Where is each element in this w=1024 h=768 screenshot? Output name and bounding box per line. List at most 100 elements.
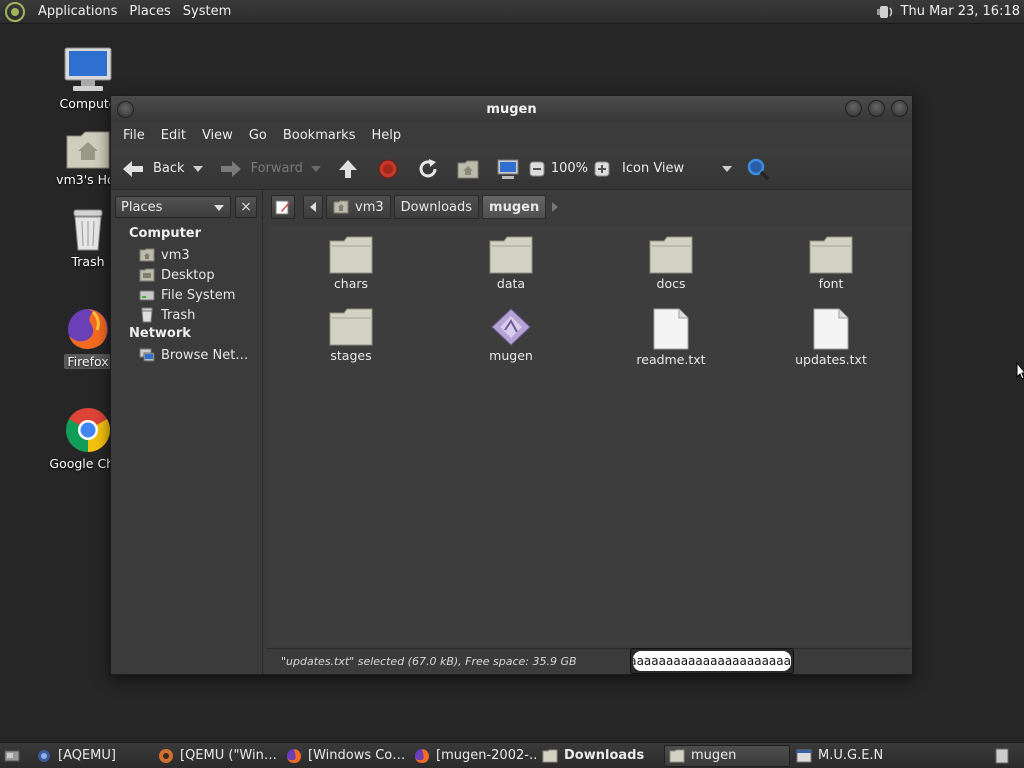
clock[interactable]: Thu Mar 23, 16:18 [901, 4, 1024, 19]
up-button[interactable] [337, 158, 359, 180]
file-item-folder[interactable]: font [776, 236, 886, 291]
maximize-button[interactable] [868, 100, 885, 117]
crumb-label: mugen [489, 199, 540, 215]
desktop-folder-icon [139, 268, 155, 282]
task-label: [mugen-2002-… [436, 748, 536, 763]
sidebar-item-trash[interactable]: Trash [139, 307, 195, 323]
crumb-label: vm3 [355, 199, 384, 215]
volume-icon[interactable] [873, 1, 895, 23]
crumb-vm3[interactable]: vm3 [326, 195, 391, 219]
forward-history-dropdown[interactable] [310, 165, 321, 172]
window-titlebar[interactable]: mugen [111, 96, 912, 122]
places-menu[interactable]: Places [123, 4, 176, 19]
tree-header-network[interactable]: Network [129, 326, 191, 341]
file-item-folder[interactable]: docs [616, 236, 726, 291]
forward-button[interactable]: Forward [219, 158, 321, 180]
location-bar: vm3 Downloads mugen [267, 190, 911, 224]
folder-icon [649, 236, 693, 274]
file-label: stages [330, 348, 372, 363]
computer-icon [64, 47, 112, 91]
file-view[interactable]: chars data docs font stages mugen readme… [267, 226, 911, 646]
show-desktop-button[interactable] [0, 745, 30, 767]
reload-icon [419, 158, 437, 177]
folder-icon [489, 236, 533, 274]
status-bar: "updates.txt" selected (67.0 kB), Free s… [267, 648, 911, 674]
menu-help[interactable]: Help [363, 128, 409, 143]
zoom-out-button[interactable] [529, 161, 545, 177]
edit-location-button[interactable] [271, 195, 295, 219]
tree-header-computer[interactable]: Computer [129, 226, 201, 241]
sidebar-item-desktop[interactable]: Desktop [139, 267, 215, 283]
file-item-text[interactable]: updates.txt [776, 308, 886, 367]
file-item-executable[interactable]: mugen [456, 308, 566, 363]
task-qemu[interactable]: [QEMU ("Win… [154, 745, 280, 767]
file-label: updates.txt [795, 352, 867, 367]
file-item-folder[interactable]: chars [296, 236, 406, 291]
text-file-icon [813, 308, 849, 350]
sidebar-item-vm3[interactable]: vm3 [139, 247, 190, 263]
crumb-downloads[interactable]: Downloads [393, 195, 480, 219]
sidebar-item-file-system[interactable]: File System [139, 287, 235, 303]
close-button[interactable] [891, 100, 908, 117]
zoom-in-icon [594, 161, 610, 176]
folder-icon [329, 236, 373, 274]
menu-file[interactable]: File [115, 128, 153, 143]
applications-menu[interactable]: Applications [32, 4, 123, 19]
task-label: M.U.G.E.N [818, 748, 884, 763]
firefox-icon [68, 309, 108, 349]
home-folder-icon [333, 200, 349, 214]
search-button[interactable] [746, 157, 770, 181]
zoom-value: 100% [550, 161, 589, 176]
home-button[interactable] [457, 159, 479, 179]
reload-button[interactable] [417, 158, 439, 180]
close-side-pane-button[interactable]: × [235, 196, 257, 218]
chrome-icon [66, 408, 110, 452]
task-label: Downloads [564, 748, 645, 763]
task-downloads[interactable]: Downloads [538, 745, 662, 767]
file-label: font [818, 276, 844, 291]
crumb-scroll-right[interactable] [552, 202, 559, 212]
typeahead-input[interactable]: aaaaaaaaaaaaaaaaaaaaaaaaa [633, 651, 791, 671]
menu-edit[interactable]: Edit [153, 128, 194, 143]
task-label: [Windows Co… [308, 748, 406, 763]
task-mugen-download[interactable]: [mugen-2002-… [410, 745, 536, 767]
home-folder-icon [139, 248, 155, 262]
window-menu-button[interactable] [117, 101, 134, 118]
system-menu[interactable]: System [177, 4, 237, 19]
gnome-foot-icon[interactable] [4, 1, 26, 23]
side-pane-selector[interactable]: Places [115, 196, 231, 218]
task-windows-co[interactable]: [Windows Co… [282, 745, 408, 767]
back-history-dropdown[interactable] [192, 165, 203, 172]
file-item-text[interactable]: readme.txt [616, 308, 726, 367]
trash-applet[interactable] [990, 745, 1020, 767]
task-mugen-folder[interactable]: mugen [664, 744, 790, 767]
file-label: readme.txt [636, 352, 706, 367]
task-aqemu[interactable]: [AQEMU] [32, 745, 152, 767]
sidebar-item-browse-network[interactable]: Browse Net… [139, 347, 248, 363]
aqemu-icon [38, 749, 50, 762]
task-label: [QEMU ("Win… [180, 748, 277, 763]
status-text: "updates.txt" selected (67.0 kB), Free s… [281, 655, 577, 668]
menu-view[interactable]: View [194, 128, 241, 143]
crumb-mugen[interactable]: mugen [482, 195, 547, 219]
qemu-icon [159, 748, 173, 763]
zoom-level[interactable]: 100% [551, 161, 588, 176]
view-mode-value: Icon View [622, 161, 685, 176]
view-mode-select[interactable]: Icon View [622, 161, 733, 176]
menu-bookmarks[interactable]: Bookmarks [275, 128, 364, 143]
crumb-scroll-left[interactable] [303, 195, 323, 219]
zoom-in-button[interactable] [594, 161, 610, 177]
file-item-folder[interactable]: stages [296, 308, 406, 363]
menu-go[interactable]: Go [241, 128, 275, 143]
sidebar-item-label: Desktop [161, 267, 215, 283]
sidebar-item-label: File System [161, 287, 236, 303]
stop-button[interactable] [377, 158, 399, 180]
back-button[interactable]: Back [121, 158, 203, 180]
drive-icon [139, 290, 155, 301]
file-item-folder[interactable]: data [456, 236, 566, 291]
computer-button[interactable] [497, 158, 519, 180]
home-folder-icon [66, 131, 110, 169]
task-mugen-game[interactable]: M.U.G.E.N [792, 745, 912, 767]
show-desktop-icon [4, 750, 20, 761]
minimize-button[interactable] [845, 100, 862, 117]
